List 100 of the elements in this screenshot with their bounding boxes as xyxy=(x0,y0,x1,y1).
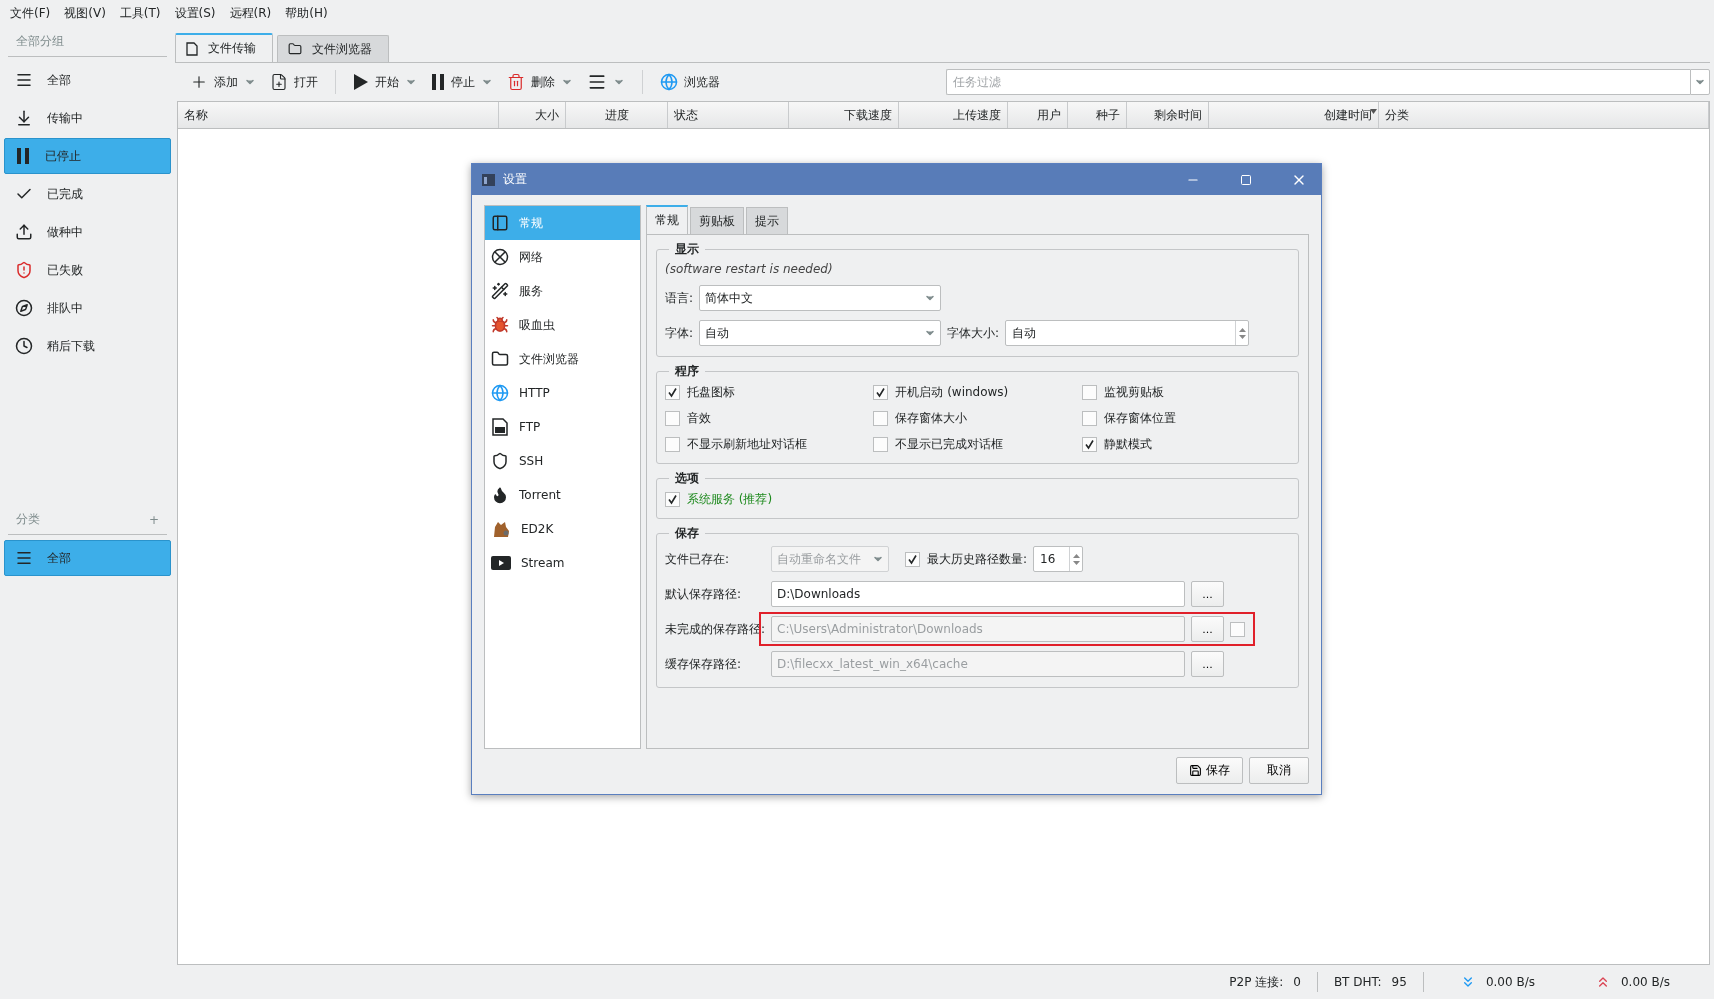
spin-up-icon[interactable] xyxy=(1238,327,1246,332)
tab[interactable]: 常规 xyxy=(646,205,688,234)
panel-icon xyxy=(491,214,509,232)
font-dropdown[interactable]: 自动 xyxy=(699,320,942,346)
sidebar-item[interactable]: 已停止 xyxy=(4,138,171,174)
menu-item[interactable]: 帮助(H) xyxy=(279,5,334,22)
checkbox[interactable] xyxy=(665,411,680,426)
menu-item[interactable]: 远程(R) xyxy=(223,5,278,22)
maximize-icon[interactable] xyxy=(1239,173,1252,186)
sidebar-item[interactable]: 稍后下载 xyxy=(4,328,171,364)
checkbox-label: 系统服务 (推荐) xyxy=(687,491,773,508)
menu-item[interactable]: 设置(S) xyxy=(168,5,222,22)
font-size-spinbox[interactable]: 自动 xyxy=(1005,320,1250,346)
toolbar-button[interactable]: 开始 xyxy=(348,67,422,97)
sidebar-item[interactable]: 全部 xyxy=(4,540,171,576)
dropdown-button[interactable] xyxy=(1690,69,1710,95)
nav-item[interactable]: FTP xyxy=(485,410,640,444)
folder-icon xyxy=(491,350,509,368)
compass-icon xyxy=(15,299,33,317)
sort-arrow-icon xyxy=(1370,109,1377,114)
checkbox[interactable] xyxy=(905,551,920,567)
checkbox[interactable] xyxy=(873,385,889,400)
checkbox-label: 开机启动 (windows) xyxy=(895,384,1009,401)
globe-icon xyxy=(660,73,678,91)
history-count-spinbox[interactable]: 16 xyxy=(1033,546,1084,572)
window-icon xyxy=(482,173,495,186)
checkbox[interactable] xyxy=(665,492,680,507)
flame-icon xyxy=(491,486,509,504)
video-icon xyxy=(491,556,511,570)
sidebar-item[interactable]: 已完成 xyxy=(4,176,171,212)
status-value: 0.00 B/s xyxy=(1485,975,1535,989)
nav-item[interactable]: Stream xyxy=(485,546,640,580)
filter-field[interactable]: 任务过滤 xyxy=(946,69,1690,95)
spin-down-icon[interactable] xyxy=(1072,560,1080,565)
field-label: 缓存保存路径: xyxy=(665,655,743,673)
tab[interactable]: 文件浏览器 xyxy=(277,35,389,62)
browse-button[interactable]: ... xyxy=(1191,581,1224,607)
menu-item[interactable]: 视图(V) xyxy=(58,5,112,22)
sidebar-item[interactable]: 做种中 xyxy=(4,214,171,250)
field-label: 文件已存在: xyxy=(665,550,731,568)
sidebar-item[interactable]: 已失败 xyxy=(4,252,171,288)
checkbox[interactable] xyxy=(1081,385,1097,400)
nav-item[interactable]: 吸血虫 xyxy=(485,308,640,342)
status-value: 95 xyxy=(1391,975,1407,989)
tab[interactable]: 提示 xyxy=(746,207,788,234)
checkbox[interactable] xyxy=(1081,411,1097,426)
save-icon xyxy=(1189,764,1202,777)
toolbar-button[interactable]: 打开 xyxy=(265,67,323,97)
menu-item[interactable]: 文件(F) xyxy=(4,5,57,22)
nav-item[interactable]: Torrent xyxy=(485,478,640,512)
nav-item[interactable]: 文件浏览器 xyxy=(485,342,640,376)
column-header[interactable]: 名称 xyxy=(178,102,499,128)
play-icon xyxy=(353,73,369,91)
checkbox[interactable] xyxy=(665,385,680,400)
column-header[interactable]: 状态 xyxy=(668,102,789,128)
field-label: 字体: xyxy=(665,324,694,342)
status-label: P2P 连接: xyxy=(1229,973,1284,991)
column-header[interactable]: 剩余时间 xyxy=(1127,102,1209,128)
checkbox[interactable] xyxy=(1081,437,1097,452)
column-header[interactable]: 进度 xyxy=(566,102,668,128)
toolbar-button[interactable]: 删除 xyxy=(502,67,578,97)
note-text: (software restart is needed) xyxy=(665,262,834,276)
menu-item[interactable]: 工具(T) xyxy=(113,5,167,22)
tab[interactable]: 剪贴板 xyxy=(690,207,744,234)
column-header[interactable]: 创建时间 xyxy=(1209,102,1379,128)
column-header[interactable]: 上传速度 xyxy=(899,102,1008,128)
checkbox[interactable] xyxy=(665,437,680,452)
download-icon xyxy=(15,109,33,127)
column-header[interactable]: 种子 xyxy=(1068,102,1127,128)
document-icon xyxy=(186,41,198,56)
sidebar-item[interactable]: 排队中 xyxy=(4,290,171,326)
nav-item[interactable]: 服务 xyxy=(485,274,640,308)
save-button[interactable]: 保存 xyxy=(1176,757,1243,784)
nav-item[interactable]: SSH xyxy=(485,444,640,478)
toolbar-button[interactable]: 浏览器 xyxy=(655,67,725,97)
checkbox[interactable] xyxy=(873,437,889,452)
spin-up-icon[interactable] xyxy=(1072,553,1080,558)
pause-icon xyxy=(431,73,445,91)
cancel-button[interactable]: 取消 xyxy=(1249,757,1309,784)
tab[interactable]: 文件传输 xyxy=(175,33,273,62)
language-dropdown[interactable]: 简体中文 xyxy=(699,285,942,311)
checkbox-label: 托盘图标 xyxy=(687,384,735,401)
checkbox[interactable] xyxy=(873,411,889,426)
nav-item[interactable]: ED2K xyxy=(485,512,640,546)
sidebar-item[interactable]: 传输中 xyxy=(4,100,171,136)
status-value: 0.00 B/s xyxy=(1620,975,1670,989)
nav-item[interactable]: HTTP xyxy=(485,376,640,410)
sidebar-item[interactable]: 全部 xyxy=(4,62,171,98)
column-header[interactable]: 大小 xyxy=(499,102,566,128)
column-header[interactable]: 用户 xyxy=(1008,102,1068,128)
column-header[interactable]: 分类 xyxy=(1379,102,1709,128)
toolbar-button[interactable]: 停止 xyxy=(426,67,498,97)
column-header[interactable]: 下载速度 xyxy=(789,102,899,128)
spin-down-icon[interactable] xyxy=(1238,334,1246,339)
mule-icon xyxy=(491,519,511,539)
shield-alert-icon xyxy=(15,261,33,279)
path-field[interactable]: D:\Downloads xyxy=(771,581,1185,607)
nav-item[interactable]: 网络 xyxy=(485,240,640,274)
toolbar-button[interactable]: 添加 xyxy=(185,67,261,97)
network-icon xyxy=(491,248,509,266)
